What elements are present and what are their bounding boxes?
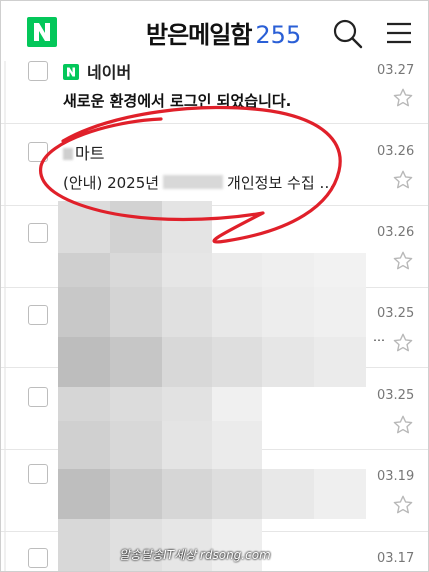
ellipsis-text: …: [373, 330, 385, 344]
hamburger-icon: [387, 22, 411, 44]
sender-name: 마트: [75, 144, 105, 163]
mail-checkbox[interactable]: [28, 142, 48, 162]
blurred-text: [163, 175, 224, 189]
star-icon[interactable]: [392, 87, 414, 109]
naver-logo[interactable]: [27, 17, 57, 47]
page-title[interactable]: 받은메일함 255: [146, 15, 301, 50]
mail-row[interactable]: 마트 (안내) 2025년 개인정보 수집 … 03.26: [1, 124, 428, 206]
mail-row[interactable]: 네이버 새로운 환경에서 로그인 되었습니다. 03.27: [1, 59, 428, 124]
mosaic-tiles: [58, 201, 366, 571]
mail-app: 받은메일함255 네이버 새로운 환경에서 로그인 되었습니다. 03.27: [0, 0, 429, 572]
mail-date: 03.27: [377, 63, 415, 78]
sender-name: 네이버: [87, 63, 132, 82]
mail-subject: (안내) 2025년 개인정보 수집 …: [63, 172, 334, 193]
mail-checkbox[interactable]: [28, 223, 48, 243]
n-logo-icon: [34, 23, 50, 41]
mail-date: 03.19: [377, 469, 415, 484]
mail-checkbox[interactable]: [28, 305, 48, 325]
naver-badge-icon: [63, 64, 79, 80]
search-button[interactable]: [331, 17, 365, 51]
star-icon[interactable]: [392, 414, 414, 436]
unread-count: 255: [255, 21, 302, 49]
mail-date: 03.26: [377, 225, 415, 240]
mail-sender: 마트: [63, 140, 104, 164]
mail-date: 03.26: [377, 144, 415, 159]
star-icon[interactable]: [392, 494, 414, 516]
search-icon: [333, 19, 363, 49]
star-icon[interactable]: [392, 169, 414, 191]
privacy-mosaic: [58, 201, 366, 571]
mail-subject: 새로운 환경에서 로그인 되었습니다.: [63, 92, 292, 110]
mail-date: 03.25: [377, 388, 415, 403]
star-icon[interactable]: [392, 250, 414, 272]
mail-checkbox[interactable]: [28, 387, 48, 407]
mail-sender: 네이버: [63, 59, 131, 83]
app-header: 받은메일함 255: [1, 1, 428, 61]
mail-checkbox[interactable]: [28, 548, 48, 568]
mail-checkbox[interactable]: [28, 61, 48, 81]
blurred-sender-icon: [63, 148, 73, 160]
watermark: 알송달송IT세상 rdsong.com: [119, 548, 271, 562]
mail-checkbox[interactable]: [28, 464, 48, 484]
mailbox-name: 받은메일함: [146, 21, 252, 49]
mail-date: 03.25: [377, 306, 415, 321]
mail-date: 03.17: [377, 551, 415, 566]
star-icon[interactable]: [392, 332, 414, 354]
menu-button[interactable]: [383, 19, 415, 47]
subject-suffix: 개인정보 수집 …: [227, 174, 335, 192]
subject-prefix: (안내) 2025년: [63, 174, 160, 192]
